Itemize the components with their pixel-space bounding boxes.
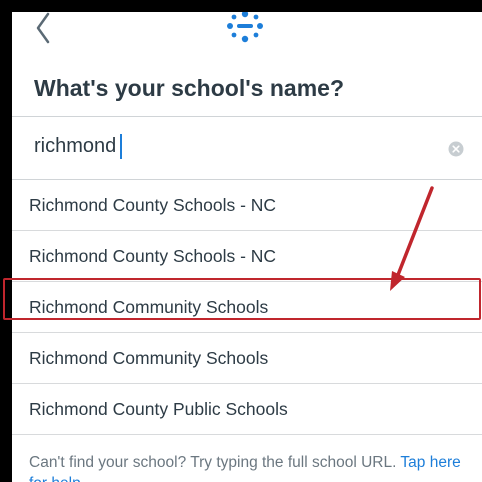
screen: What's your school's name? richmond Rich…: [12, 12, 482, 482]
school-results-list: Richmond County Schools - NC Richmond Co…: [12, 180, 482, 435]
school-search-field[interactable]: richmond: [12, 116, 482, 180]
footer-help-note: Can't find your school? Try typing the f…: [29, 452, 479, 482]
school-result-label: Richmond County Schools - NC: [29, 194, 277, 215]
school-result-label: Richmond Community Schools: [29, 347, 269, 368]
page-title: What's your school's name?: [34, 75, 344, 101]
school-result-item[interactable]: Richmond County Schools - NC: [12, 231, 482, 282]
school-result-label: Richmond Community Schools: [29, 296, 269, 317]
school-result-label: Richmond County Schools - NC: [29, 245, 277, 266]
text-caret: [120, 134, 123, 159]
school-result-item[interactable]: Richmond County Schools - NC: [12, 180, 482, 231]
search-input-value: richmond: [34, 135, 117, 157]
school-search-input[interactable]: richmond: [34, 134, 123, 159]
school-result-item[interactable]: Richmond Community Schools: [12, 333, 482, 384]
school-result-label: Richmond County Public Schools: [29, 398, 288, 419]
footer-help-text: Can't find your school? Try typing the f…: [29, 454, 401, 471]
chevron-left-icon[interactable]: [32, 12, 60, 50]
clear-x-icon[interactable]: [448, 141, 464, 157]
canvas-logo-icon: [227, 12, 263, 43]
school-result-item[interactable]: Richmond County Public Schools: [12, 384, 482, 435]
school-result-item[interactable]: Richmond Community Schools: [12, 282, 482, 333]
